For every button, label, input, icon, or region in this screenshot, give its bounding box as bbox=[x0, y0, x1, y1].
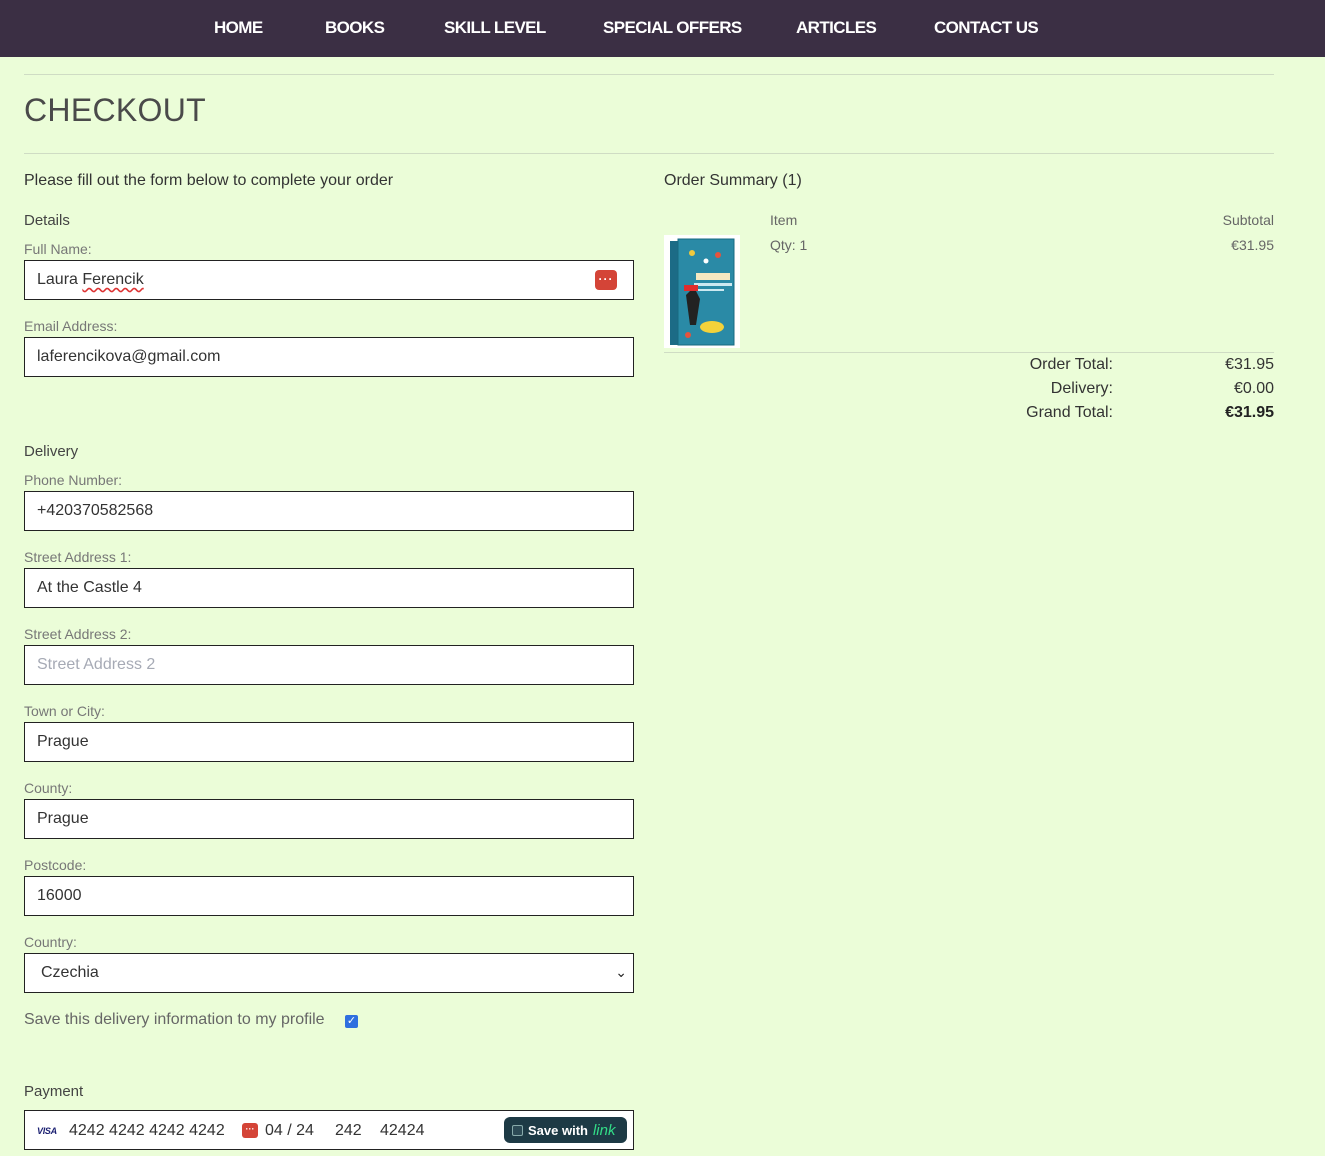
card-element[interactable]: VISA 4242 4242 4242 4242 ··· 04 / 24 242… bbox=[24, 1110, 634, 1150]
country-label: Country: bbox=[24, 934, 77, 950]
full-name-last: Ferencik bbox=[82, 271, 144, 288]
street1-value: At the Castle 4 bbox=[37, 579, 142, 596]
delivery-section-label: Delivery bbox=[24, 443, 79, 460]
item-qty: Qty: 1 bbox=[770, 237, 808, 253]
full-name-label: Full Name: bbox=[24, 241, 92, 257]
card-cvc[interactable]: 242 bbox=[335, 1122, 362, 1140]
delivery-label: Delivery: bbox=[1050, 380, 1113, 397]
street1-label: Street Address 1: bbox=[24, 549, 132, 565]
delivery-value: €0.00 bbox=[1233, 380, 1274, 397]
street2-placeholder: Street Address 2 bbox=[37, 656, 156, 673]
chevron-down-icon: ⌄ bbox=[615, 964, 627, 980]
full-name-first: Laura bbox=[37, 271, 78, 288]
nav-home[interactable]: HOME bbox=[214, 18, 263, 38]
nav-special-offers[interactable]: SPECIAL OFFERS bbox=[603, 18, 742, 38]
book-cover-image bbox=[664, 235, 740, 348]
navbar: HOME BOOKS SKILL LEVEL SPECIAL OFFERS AR… bbox=[0, 0, 1325, 57]
full-name-field[interactable]: Laura Ferencik ··· bbox=[24, 260, 634, 300]
link-button-text: Save with bbox=[528, 1122, 588, 1138]
order-summary-title: Order Summary (1) bbox=[664, 172, 802, 189]
grand-total-label: Grand Total: bbox=[1026, 404, 1113, 421]
order-total-value: €31.95 bbox=[1225, 356, 1274, 373]
link-logo: link bbox=[592, 1121, 616, 1139]
card-zip[interactable]: 42424 bbox=[380, 1122, 425, 1140]
email-value: laferencikova@gmail.com bbox=[37, 348, 221, 365]
col-item-header: Item bbox=[770, 212, 798, 228]
country-value: Czechia bbox=[41, 964, 99, 981]
card-expiry[interactable]: 04 / 24 bbox=[265, 1122, 314, 1140]
town-label: Town or City: bbox=[24, 703, 105, 719]
save-with-link-button[interactable]: Save with link bbox=[504, 1117, 627, 1143]
details-section-label: Details bbox=[24, 212, 70, 229]
town-field[interactable]: Prague bbox=[24, 722, 634, 762]
col-subtotal-header: Subtotal bbox=[1222, 212, 1274, 228]
email-field[interactable]: laferencikova@gmail.com bbox=[24, 337, 634, 377]
county-field[interactable]: Prague bbox=[24, 799, 634, 839]
nav-skill-level[interactable]: SKILL LEVEL bbox=[444, 18, 546, 38]
postcode-field[interactable]: 16000 bbox=[24, 876, 634, 916]
password-manager-icon[interactable]: ··· bbox=[595, 270, 617, 290]
town-value: Prague bbox=[37, 733, 89, 750]
password-manager-icon[interactable]: ··· bbox=[242, 1123, 258, 1138]
street2-label: Street Address 2: bbox=[24, 626, 132, 642]
phone-label: Phone Number: bbox=[24, 472, 123, 488]
country-select[interactable]: Czechia ⌄ bbox=[24, 953, 634, 993]
phone-value: +420370582568 bbox=[37, 502, 154, 519]
phone-field[interactable]: +420370582568 bbox=[24, 491, 634, 531]
save-info-label: Save this delivery information to my pro… bbox=[24, 1011, 325, 1028]
summary-divider bbox=[664, 352, 1274, 353]
order-total-label: Order Total: bbox=[1029, 356, 1113, 373]
page-title: CHECKOUT bbox=[24, 92, 206, 128]
nav-articles[interactable]: ARTICLES bbox=[796, 18, 877, 38]
street2-field[interactable]: Street Address 2 bbox=[24, 645, 634, 685]
nav-books[interactable]: BOOKS bbox=[325, 18, 385, 38]
save-info-checkbox[interactable]: ✓ bbox=[345, 1015, 358, 1028]
email-label: Email Address: bbox=[24, 318, 118, 334]
postcode-value: 16000 bbox=[37, 887, 82, 904]
grand-total-value: €31.95 bbox=[1225, 404, 1274, 421]
link-checkbox[interactable] bbox=[512, 1124, 523, 1136]
item-subtotal: €31.95 bbox=[1231, 237, 1274, 253]
divider bbox=[24, 153, 1274, 154]
form-intro: Please fill out the form below to comple… bbox=[24, 172, 394, 189]
card-number[interactable]: 4242 4242 4242 4242 bbox=[69, 1122, 225, 1140]
visa-icon: VISA bbox=[37, 1126, 57, 1136]
nav-contact-us[interactable]: CONTACT US bbox=[934, 18, 1039, 38]
street1-field[interactable]: At the Castle 4 bbox=[24, 568, 634, 608]
postcode-label: Postcode: bbox=[24, 857, 87, 873]
payment-section-label: Payment bbox=[24, 1083, 84, 1100]
county-value: Prague bbox=[37, 810, 89, 827]
county-label: County: bbox=[24, 780, 73, 796]
divider bbox=[24, 74, 1274, 75]
